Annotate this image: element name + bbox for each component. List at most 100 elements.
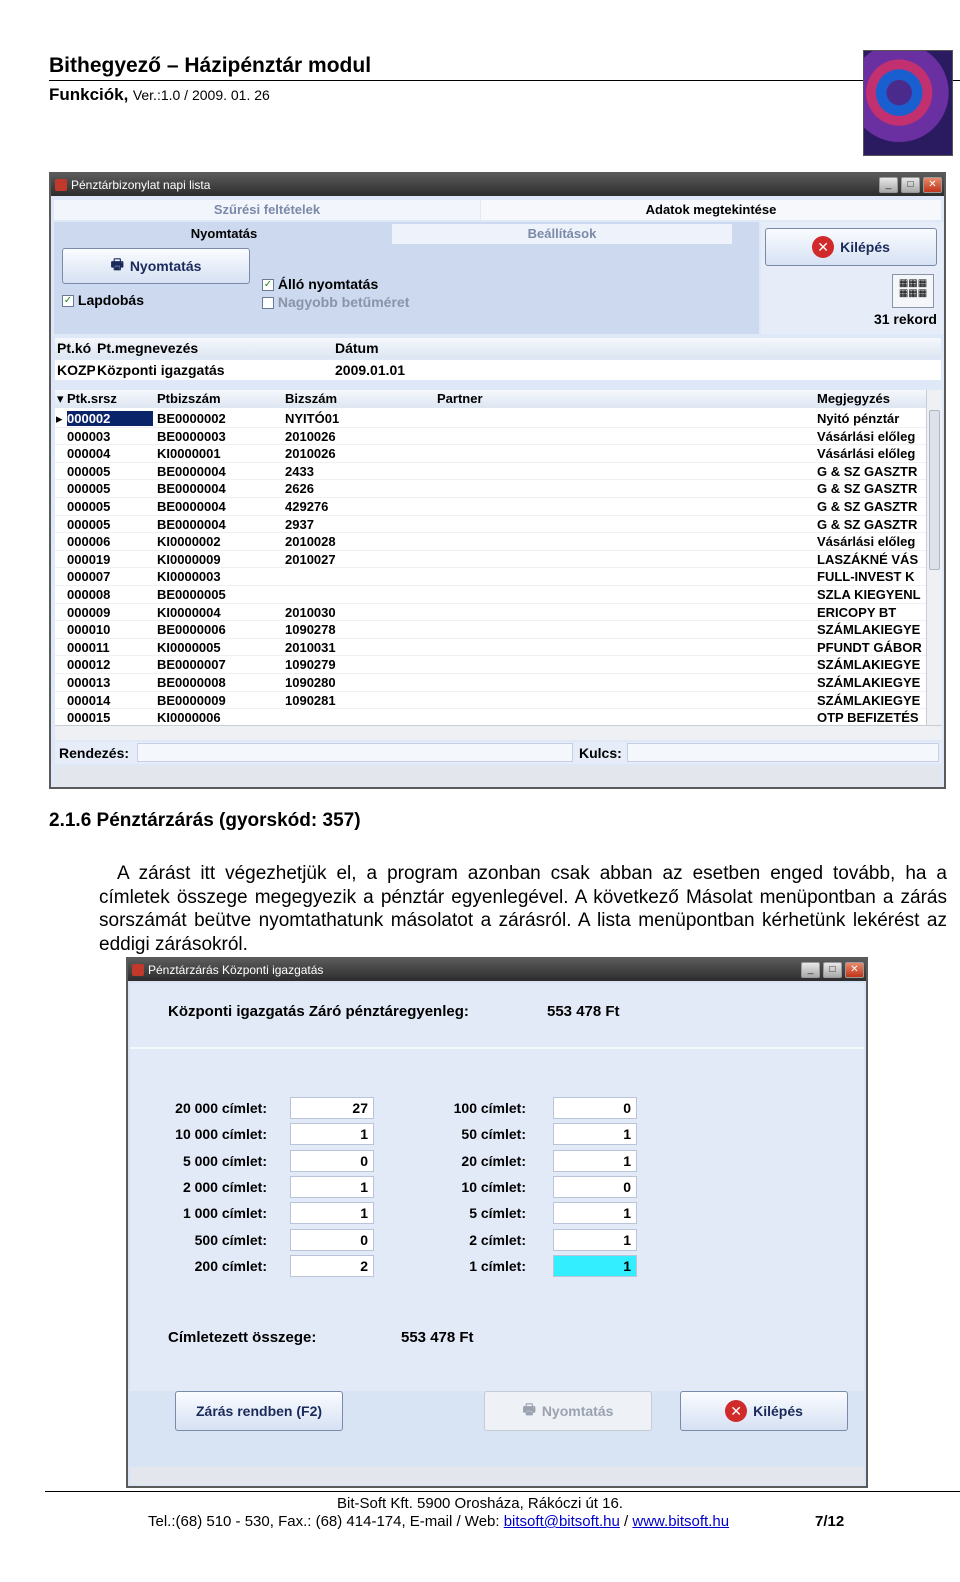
horizontal-scrollbar[interactable] [55,725,942,740]
table-cell: 2433 [285,463,314,479]
exit-button[interactable]: ✕ Kilépés [680,1391,848,1431]
close-ok-button[interactable]: Zárás rendben (F2) [175,1391,343,1431]
col-partner[interactable]: Partner [437,391,483,406]
denomination-count-field[interactable]: 27 [290,1097,374,1119]
denomination-count-field[interactable]: 0 [553,1097,637,1119]
functions-label: Funkciók, [49,85,129,104]
col-megjegyzes[interactable]: Megjegyzés [817,391,890,406]
table-cell: KI0000009 [157,551,221,567]
table-row[interactable]: 000012 BE0000007 1090279 SZÁMLAKIEGYE [55,656,926,674]
table-cell: 1090278 [285,622,336,638]
col-ptk-srsz[interactable]: Ptk.srsz [67,391,117,406]
table-row[interactable]: 000010 BE0000006 1090278 SZÁMLAKIEGYE [55,621,926,639]
status-bar [130,1467,864,1485]
table-row[interactable]: 000005 BE0000004 2433 G & SZ GASZTR [55,463,926,481]
print-button-disabled[interactable]: 🖶 Nyomtatás [484,1391,652,1431]
table-row[interactable]: 000019 KI0000009 2010027 LASZÁKNÉ VÁS [55,551,926,569]
denomination-count-field[interactable]: 2 [290,1254,374,1277]
exit-button[interactable]: ✕ Kilépés [765,228,937,266]
denomination-count-field[interactable]: 1 [553,1228,637,1251]
table-row[interactable]: 000003 BE0000003 2010026 Vásárlási előleg [55,428,926,446]
table-cell: 000007 [67,569,111,585]
minimize-icon[interactable]: _ [879,177,898,193]
denomination-count-field[interactable]: 1 [553,1254,637,1277]
table-row[interactable]: 000004 KI0000001 2010026 Vásárlási előleg [55,445,926,463]
table-row[interactable]: 000005 BE0000004 429276 G & SZ GASZTR [55,498,926,516]
data-grid[interactable]: ▾ Ptk.srsz Ptbizszám Bizszám Partner Meg… [55,390,942,734]
web-link[interactable]: www.bitsoft.hu [632,1513,729,1530]
denomination-count-field[interactable]: 1 [553,1149,637,1172]
denomination-count-field[interactable]: 0 [290,1149,374,1172]
app-icon [55,179,67,191]
email-link[interactable]: bitsoft@bitsoft.hu [504,1513,620,1530]
denomination-count-field[interactable]: 1 [553,1123,637,1146]
table-cell: BE0000003 [157,428,226,444]
close-icon[interactable]: ✕ [923,177,942,193]
filter-value-name: Központi igazgatás [97,362,225,378]
denomination-count-field[interactable]: 1 [290,1175,374,1198]
exit-button-label: Kilépés [840,239,890,255]
print-button[interactable]: 🖶 Nyomtatás [62,248,250,284]
table-row[interactable]: 000006 KI0000002 2010028 Vásárlási előleg [55,533,926,551]
key-field[interactable] [627,743,939,762]
table-cell: 000012 [67,657,111,673]
table-cell: BE0000008 [157,675,226,690]
maximize-icon[interactable]: □ [823,962,842,978]
sort-field[interactable] [137,743,573,762]
maximize-icon[interactable]: □ [901,177,920,193]
table-row[interactable]: 000005 BE0000004 2626 G & SZ GASZTR [55,480,926,498]
table-row[interactable]: 000008 BE0000005 SZLA KIEGYENL [55,586,926,604]
table-row[interactable]: 000005 BE0000004 2937 G & SZ GASZTR [55,516,926,534]
denomination-label: 100 címlet: [453,1100,526,1116]
section-paragraph: A zárást itt végezhetjük el, a program a… [99,863,947,955]
table-cell: 000005 [67,499,111,514]
chk-page-break[interactable]: ✓ Lapdobás [62,292,144,308]
denomination-count-field[interactable]: 0 [290,1228,374,1251]
denomination-label: 2 címlet: [469,1231,526,1248]
tab-print[interactable]: Nyomtatás [54,224,394,244]
table-row[interactable]: 000014 BE0000009 1090281 SZÁMLAKIEGYE [55,692,926,710]
table-cell: 000013 [67,675,111,690]
chk-larger-font[interactable]: Nagyobb betűméret [262,294,409,310]
exit-label: Kilépés [753,1403,803,1419]
table-cell: 2937 [285,516,314,532]
table-cell: NYITÓ01 [285,411,340,426]
calculator-icon[interactable]: ▦▦▦ ▦▦▦ [892,274,934,308]
table-cell: 1090281 [285,692,336,708]
denomination-label: 50 címlet: [461,1126,526,1143]
table-row[interactable]: 000013 BE0000008 1090280 SZÁMLAKIEGYE [55,674,926,692]
table-row[interactable]: ▸ 000002 BE0000002 NYITÓ01 Nyitó pénztár [55,410,926,428]
balance-label: Központi igazgatás Záró pénztáregyenleg: [168,1003,469,1020]
chk-larger-font-label: Nagyobb betűméret [277,294,410,310]
tab-filter[interactable]: Szűrési feltételek [54,200,480,220]
printer-icon: 🖶 [110,256,124,272]
denomination-count-field[interactable]: 1 [290,1202,374,1225]
denomination-count-field[interactable]: 1 [553,1202,637,1225]
table-cell: SZÁMLAKIEGYE [817,657,921,673]
table-cell: 000019 [67,551,111,567]
table-row[interactable]: 000007 KI0000003 FULL-INVEST K [55,568,926,586]
close-icon[interactable]: ✕ [845,962,864,978]
filter-value-row[interactable]: KOZP Központi igazgatás 2009.01.01 [55,360,941,380]
table-cell: ERICOPY BT [817,604,897,620]
table-cell: 1090279 [285,657,336,673]
filter-header-row: Pt.kó Pt.megnevezés Dátum [55,338,941,358]
table-cell: BE0000005 [157,587,226,602]
table-cell: 429276 [285,499,329,514]
sort-label: Rendezés: [59,745,130,761]
denomination-count-field[interactable]: 1 [290,1123,374,1146]
table-row[interactable]: 000011 KI0000005 2010031 PFUNDT GÁBOR [55,639,926,657]
vertical-scrollbar[interactable] [926,390,942,734]
minimize-icon[interactable]: _ [801,962,820,978]
table-row[interactable]: 000009 KI0000004 2010030 ERICOPY BT [55,604,926,622]
denomination-count-field[interactable]: 0 [553,1175,637,1198]
grid-header: ▾ Ptk.srsz Ptbizszám Bizszám Partner Meg… [55,390,926,408]
col-ptbizszam[interactable]: Ptbizszám [157,391,221,406]
col-bizszam[interactable]: Bizszám [285,391,337,406]
contact-text: Tel.:(68) 510 - 530, Fax.: (68) 414-174,… [148,1513,504,1530]
tab-data-view[interactable]: Adatok megtekintése [481,200,941,220]
chk-portrait-print[interactable]: ✓ Álló nyomtatás [262,276,378,292]
denomination-label: 20 000 címlet: [175,1100,267,1116]
tab-settings[interactable]: Beállítások [392,224,732,244]
scroll-thumb[interactable] [929,410,940,570]
